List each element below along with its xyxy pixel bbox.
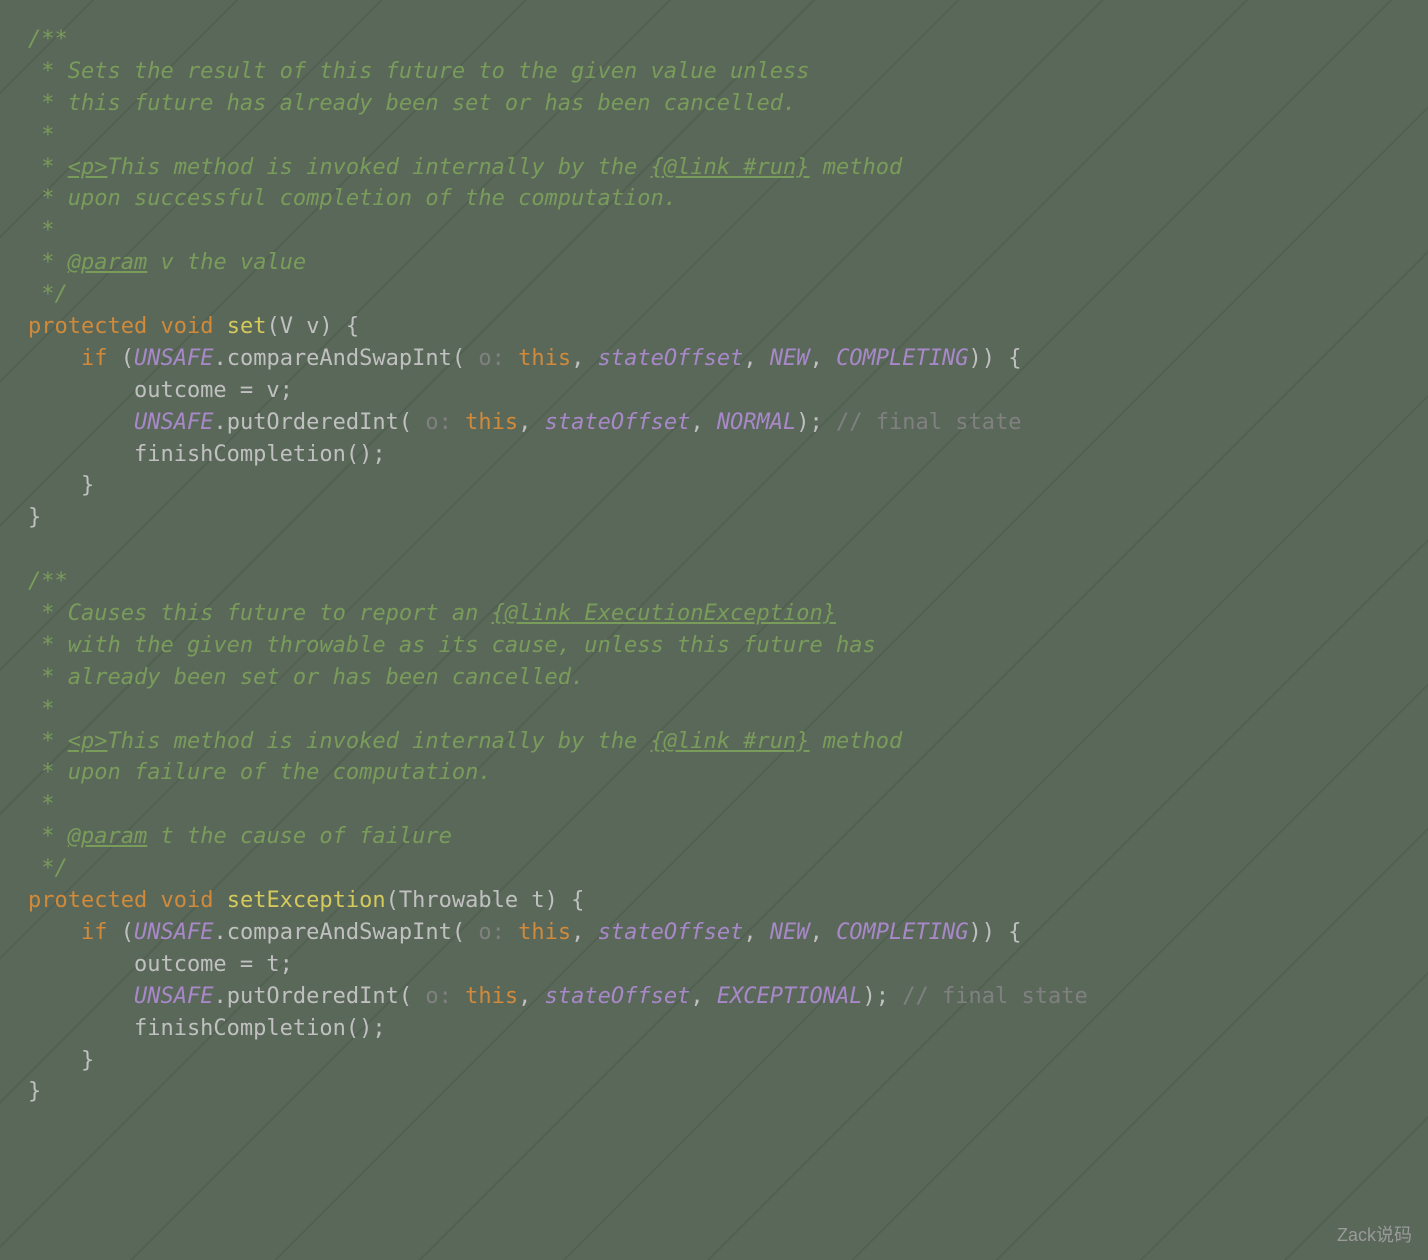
javadoc-link-tag: {@link [651, 155, 730, 180]
method-name-setexception: setException [227, 888, 386, 913]
field-stateoffset: stateOffset [598, 346, 744, 371]
method-putordered: .putOrderedInt( [213, 984, 412, 1009]
method-finish: finishCompletion(); [28, 442, 386, 467]
javadoc-line: * [28, 824, 68, 849]
javadoc-line: * Sets the result of this future to the … [28, 59, 809, 84]
field-completing: COMPLETING [836, 346, 968, 371]
param-hint: o: [465, 920, 518, 945]
javadoc-line: * [28, 155, 68, 180]
keyword-if: if [81, 920, 108, 945]
javadoc-line: * [28, 218, 55, 243]
javadoc-line: method [810, 155, 903, 180]
method-cas: .compareAndSwapInt( [213, 346, 465, 371]
comma: , [690, 984, 717, 1009]
javadoc-param-tag: @param [68, 250, 147, 275]
close-paren: )) { [969, 346, 1022, 371]
comma: , [743, 346, 770, 371]
comma: , [518, 410, 545, 435]
assignment: outcome = t; [28, 952, 293, 977]
method-cas: .compareAndSwapInt( [213, 920, 465, 945]
keyword-protected: protected [28, 314, 147, 339]
line-comment: // final state [823, 410, 1022, 435]
param-hint: o: [412, 410, 465, 435]
javadoc-line: method [810, 729, 903, 754]
close-paren: )) { [969, 920, 1022, 945]
javadoc-line: t the cause of failure [147, 824, 452, 849]
javadoc-line: * Causes this future to report an [28, 601, 492, 626]
javadoc-open: /** [28, 569, 68, 594]
method-finish: finishCompletion(); [28, 1016, 386, 1041]
field-normal: NORMAL [717, 410, 796, 435]
comma: , [690, 410, 717, 435]
code-editor[interactable]: /** * Sets the result of this future to … [0, 0, 1428, 1132]
javadoc-p-tag: <p> [68, 155, 108, 180]
close-brace: } [28, 505, 41, 530]
javadoc-line: * [28, 792, 55, 817]
param-hint: o: [465, 346, 518, 371]
field-completing: COMPLETING [836, 920, 968, 945]
javadoc-line: This method is invoked internally by the [108, 729, 651, 754]
paren: ( [121, 920, 134, 945]
comma: , [571, 920, 598, 945]
field-stateoffset: stateOffset [545, 410, 691, 435]
field-unsafe: UNSAFE [134, 984, 213, 1009]
method-params: (V v) { [266, 314, 359, 339]
keyword-this: this [465, 984, 518, 1009]
field-exceptional: EXCEPTIONAL [717, 984, 863, 1009]
javadoc-close: */ [28, 856, 68, 881]
javadoc-open: /** [28, 27, 68, 52]
method-putordered: .putOrderedInt( [213, 410, 412, 435]
field-unsafe: UNSAFE [134, 410, 213, 435]
javadoc-close: */ [28, 282, 68, 307]
close-brace: } [28, 473, 94, 498]
javadoc-link-tag: {@link [651, 729, 730, 754]
comma: , [518, 984, 545, 1009]
javadoc-link: ExecutionException} [571, 601, 836, 626]
keyword-void: void [160, 314, 213, 339]
field-stateoffset: stateOffset [598, 920, 744, 945]
close-brace: } [28, 1079, 41, 1104]
field-stateoffset: stateOffset [545, 984, 691, 1009]
comma: , [810, 346, 837, 371]
comma: , [571, 346, 598, 371]
field-unsafe: UNSAFE [134, 346, 213, 371]
keyword-void: void [160, 888, 213, 913]
javadoc-line: * this future has already been set or ha… [28, 91, 796, 116]
param-hint: o: [412, 984, 465, 1009]
javadoc-line: * with the given throwable as its cause,… [28, 633, 876, 658]
method-name-set: set [227, 314, 267, 339]
javadoc-line: * [28, 697, 55, 722]
keyword-if: if [81, 346, 108, 371]
javadoc-line: * [28, 729, 68, 754]
javadoc-line: v the value [147, 250, 306, 275]
javadoc-line: * upon successful completion of the comp… [28, 186, 677, 211]
javadoc-link: #run} [730, 729, 809, 754]
close-paren: ); [863, 984, 890, 1009]
javadoc-line: * already been set or has been cancelled… [28, 665, 584, 690]
assignment: outcome = v; [28, 378, 293, 403]
comma: , [810, 920, 837, 945]
javadoc-line: * [28, 250, 68, 275]
comma: , [743, 920, 770, 945]
javadoc-line: * [28, 123, 55, 148]
paren: ( [121, 346, 134, 371]
line-comment: // final state [889, 984, 1088, 1009]
javadoc-line: This method is invoked internally by the [108, 155, 651, 180]
javadoc-param-tag: @param [68, 824, 147, 849]
field-new: NEW [770, 920, 810, 945]
close-brace: } [28, 1048, 94, 1073]
javadoc-p-tag: <p> [68, 729, 108, 754]
close-paren: ); [796, 410, 823, 435]
method-params: (Throwable t) { [386, 888, 585, 913]
keyword-this: this [518, 346, 571, 371]
keyword-this: this [518, 920, 571, 945]
field-new: NEW [770, 346, 810, 371]
javadoc-link-tag: {@link [492, 601, 571, 626]
field-unsafe: UNSAFE [134, 920, 213, 945]
watermark: Zack说码 [1337, 1222, 1412, 1248]
keyword-this: this [465, 410, 518, 435]
javadoc-link: #run} [730, 155, 809, 180]
keyword-protected: protected [28, 888, 147, 913]
javadoc-line: * upon failure of the computation. [28, 760, 492, 785]
